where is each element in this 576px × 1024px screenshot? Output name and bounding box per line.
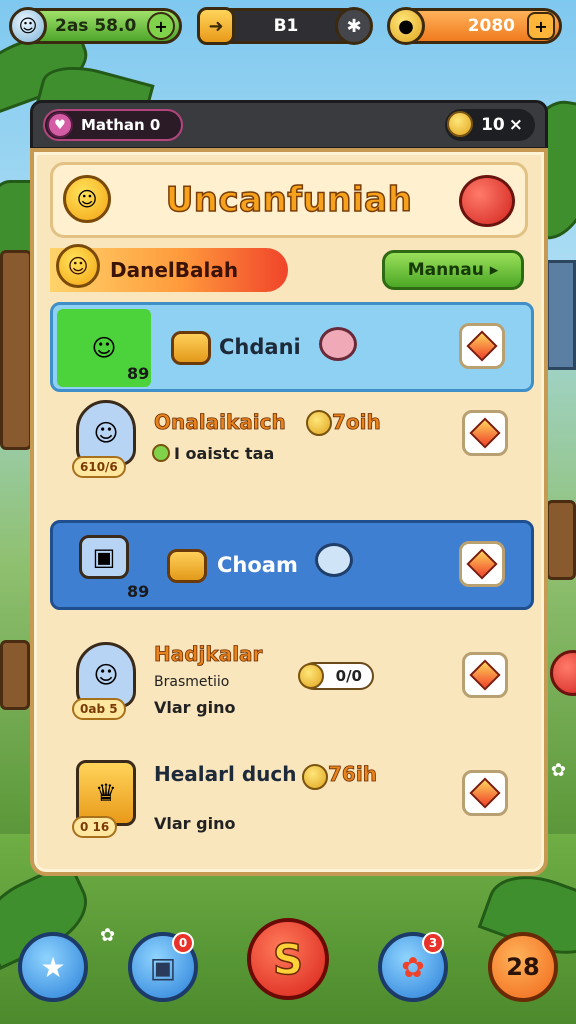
title-banner: ☺ Uncanfuniah <box>50 162 528 238</box>
pumpkin-icon <box>171 331 211 365</box>
check-coin-icon <box>152 444 170 462</box>
sub-banner-label: DanelBalah <box>110 258 239 282</box>
pet-icon <box>319 327 357 361</box>
item-detail: I oaistc taa <box>174 444 275 463</box>
list-item[interactable]: ☺ 0ab 5 Hadjkalar Brasmetiio Vlar gino 0… <box>50 634 534 724</box>
sun-icon: ☺ <box>56 244 100 288</box>
coin-icon <box>306 410 332 436</box>
hut-roof <box>546 260 576 370</box>
claim-button[interactable] <box>459 323 505 369</box>
progress-value: 0/0 <box>335 667 362 685</box>
claim-button[interactable] <box>459 541 505 587</box>
add-coins-button[interactable]: + <box>527 12 555 40</box>
claim-button[interactable] <box>462 770 508 816</box>
player-tag[interactable]: ♥ Mathan 0 <box>43 109 183 141</box>
panel-header: ♥ Mathan 0 10 × <box>30 100 548 150</box>
garden-button[interactable]: ✿ 3 <box>378 932 448 1002</box>
more-button[interactable]: Mannau ▸ <box>382 250 524 290</box>
flower-decoration: ✿ <box>100 925 116 946</box>
apple-decoration <box>550 650 576 696</box>
gems-value: 2as 58.0 <box>55 16 137 36</box>
coins-counter: ● 2080 + <box>387 7 562 45</box>
list-item[interactable]: ♛ 0 16 Healarl duch 76ih Vlar gino <box>50 752 534 842</box>
diamond-icon <box>469 777 501 809</box>
item-name: Chdani <box>219 335 301 359</box>
item-name: Choam <box>217 553 298 577</box>
item-detail: Vlar gino <box>154 814 236 833</box>
inventory-button[interactable]: ▣ 0 <box>128 932 198 1002</box>
player-name: Mathan 0 <box>81 116 161 134</box>
item-name-suffix: 7oih <box>332 410 382 435</box>
item-name: Hadjkalar <box>154 642 263 667</box>
level-number: 28 <box>506 953 540 981</box>
item-name-suffix: 76ih <box>328 762 378 787</box>
diamond-icon <box>466 330 498 362</box>
gems-counter: ☺ 2as 58.0 + <box>9 7 182 45</box>
diamond-icon <box>469 659 501 691</box>
diamond-icon <box>466 548 498 580</box>
plus-icon: + <box>534 16 548 36</box>
item-count: 89 <box>127 582 150 601</box>
hut <box>0 250 32 450</box>
coins-value: 2080 <box>467 16 515 36</box>
progress-pill: 0/0 <box>298 662 374 690</box>
claim-button[interactable] <box>462 652 508 698</box>
box-icon: ▣ <box>149 950 177 984</box>
close-button[interactable]: × <box>509 115 523 135</box>
claim-button[interactable] <box>462 410 508 456</box>
add-gems-button[interactable]: + <box>147 12 175 40</box>
hut <box>546 500 576 580</box>
diamond-icon <box>469 417 501 449</box>
shop-s-label: S <box>272 934 304 985</box>
favorites-button[interactable]: ★ <box>18 932 88 1002</box>
plus-icon: + <box>154 16 168 36</box>
arrow-badge-icon: ➜ <box>197 7 235 45</box>
item-name: Onalaikaich <box>154 410 287 435</box>
list-item[interactable]: ☺ 89 Chdani <box>50 302 534 392</box>
coin-icon <box>302 764 328 790</box>
item-sub-count: 0 16 <box>72 816 118 838</box>
level-value: B1 <box>273 16 299 36</box>
level-button[interactable]: 28 <box>488 932 558 1002</box>
item-name: Healarl duch <box>154 762 297 786</box>
item-detail: Vlar gino <box>154 698 236 717</box>
sub-banner: ☺ DanelBalah <box>50 244 288 292</box>
coin-icon <box>298 663 324 689</box>
player-badge-icon: ♥ <box>47 112 73 138</box>
list-item[interactable]: ▣ 89 Choam <box>50 520 534 610</box>
sun-mascot-icon: ☺ <box>63 175 111 223</box>
level-indicator: ➜ B1 ✱ <box>197 7 373 45</box>
seal-icon <box>315 543 353 577</box>
item-sub-count: 0ab 5 <box>72 698 126 720</box>
gift-box-icon: ▣ <box>79 535 129 579</box>
flower-decoration: ✿ <box>550 760 566 781</box>
panel-title: Uncanfuniah <box>165 179 413 221</box>
gem-icon: ☺ <box>9 7 47 45</box>
settings-icon[interactable]: ✱ <box>335 7 373 45</box>
panel-coin-counter: 10 × <box>445 109 535 141</box>
coin-icon <box>447 111 473 137</box>
main-panel: ☺ Uncanfuniah ☺ DanelBalah Mannau ▸ ☺ 89… <box>30 148 548 876</box>
item-count: 89 <box>127 364 150 383</box>
pumpkin-icon <box>167 549 207 583</box>
panel-coin-value: 10 <box>481 115 505 135</box>
shop-button[interactable]: S <box>247 918 329 1000</box>
coin-stack-icon: ● <box>387 7 425 45</box>
hut <box>0 640 30 710</box>
inventory-badge: 0 <box>172 932 194 954</box>
item-tag: Brasmetiio <box>154 674 230 690</box>
garden-badge: 3 <box>422 932 444 954</box>
apple-mascot-icon <box>459 175 515 227</box>
item-sub-count: 610/6 <box>72 456 126 478</box>
star-icon: ★ <box>40 950 66 984</box>
flower-icon: ✿ <box>401 950 425 984</box>
list-item[interactable]: ☺ 610/6 Onalaikaich 7oih I oaistc taa <box>50 392 534 482</box>
